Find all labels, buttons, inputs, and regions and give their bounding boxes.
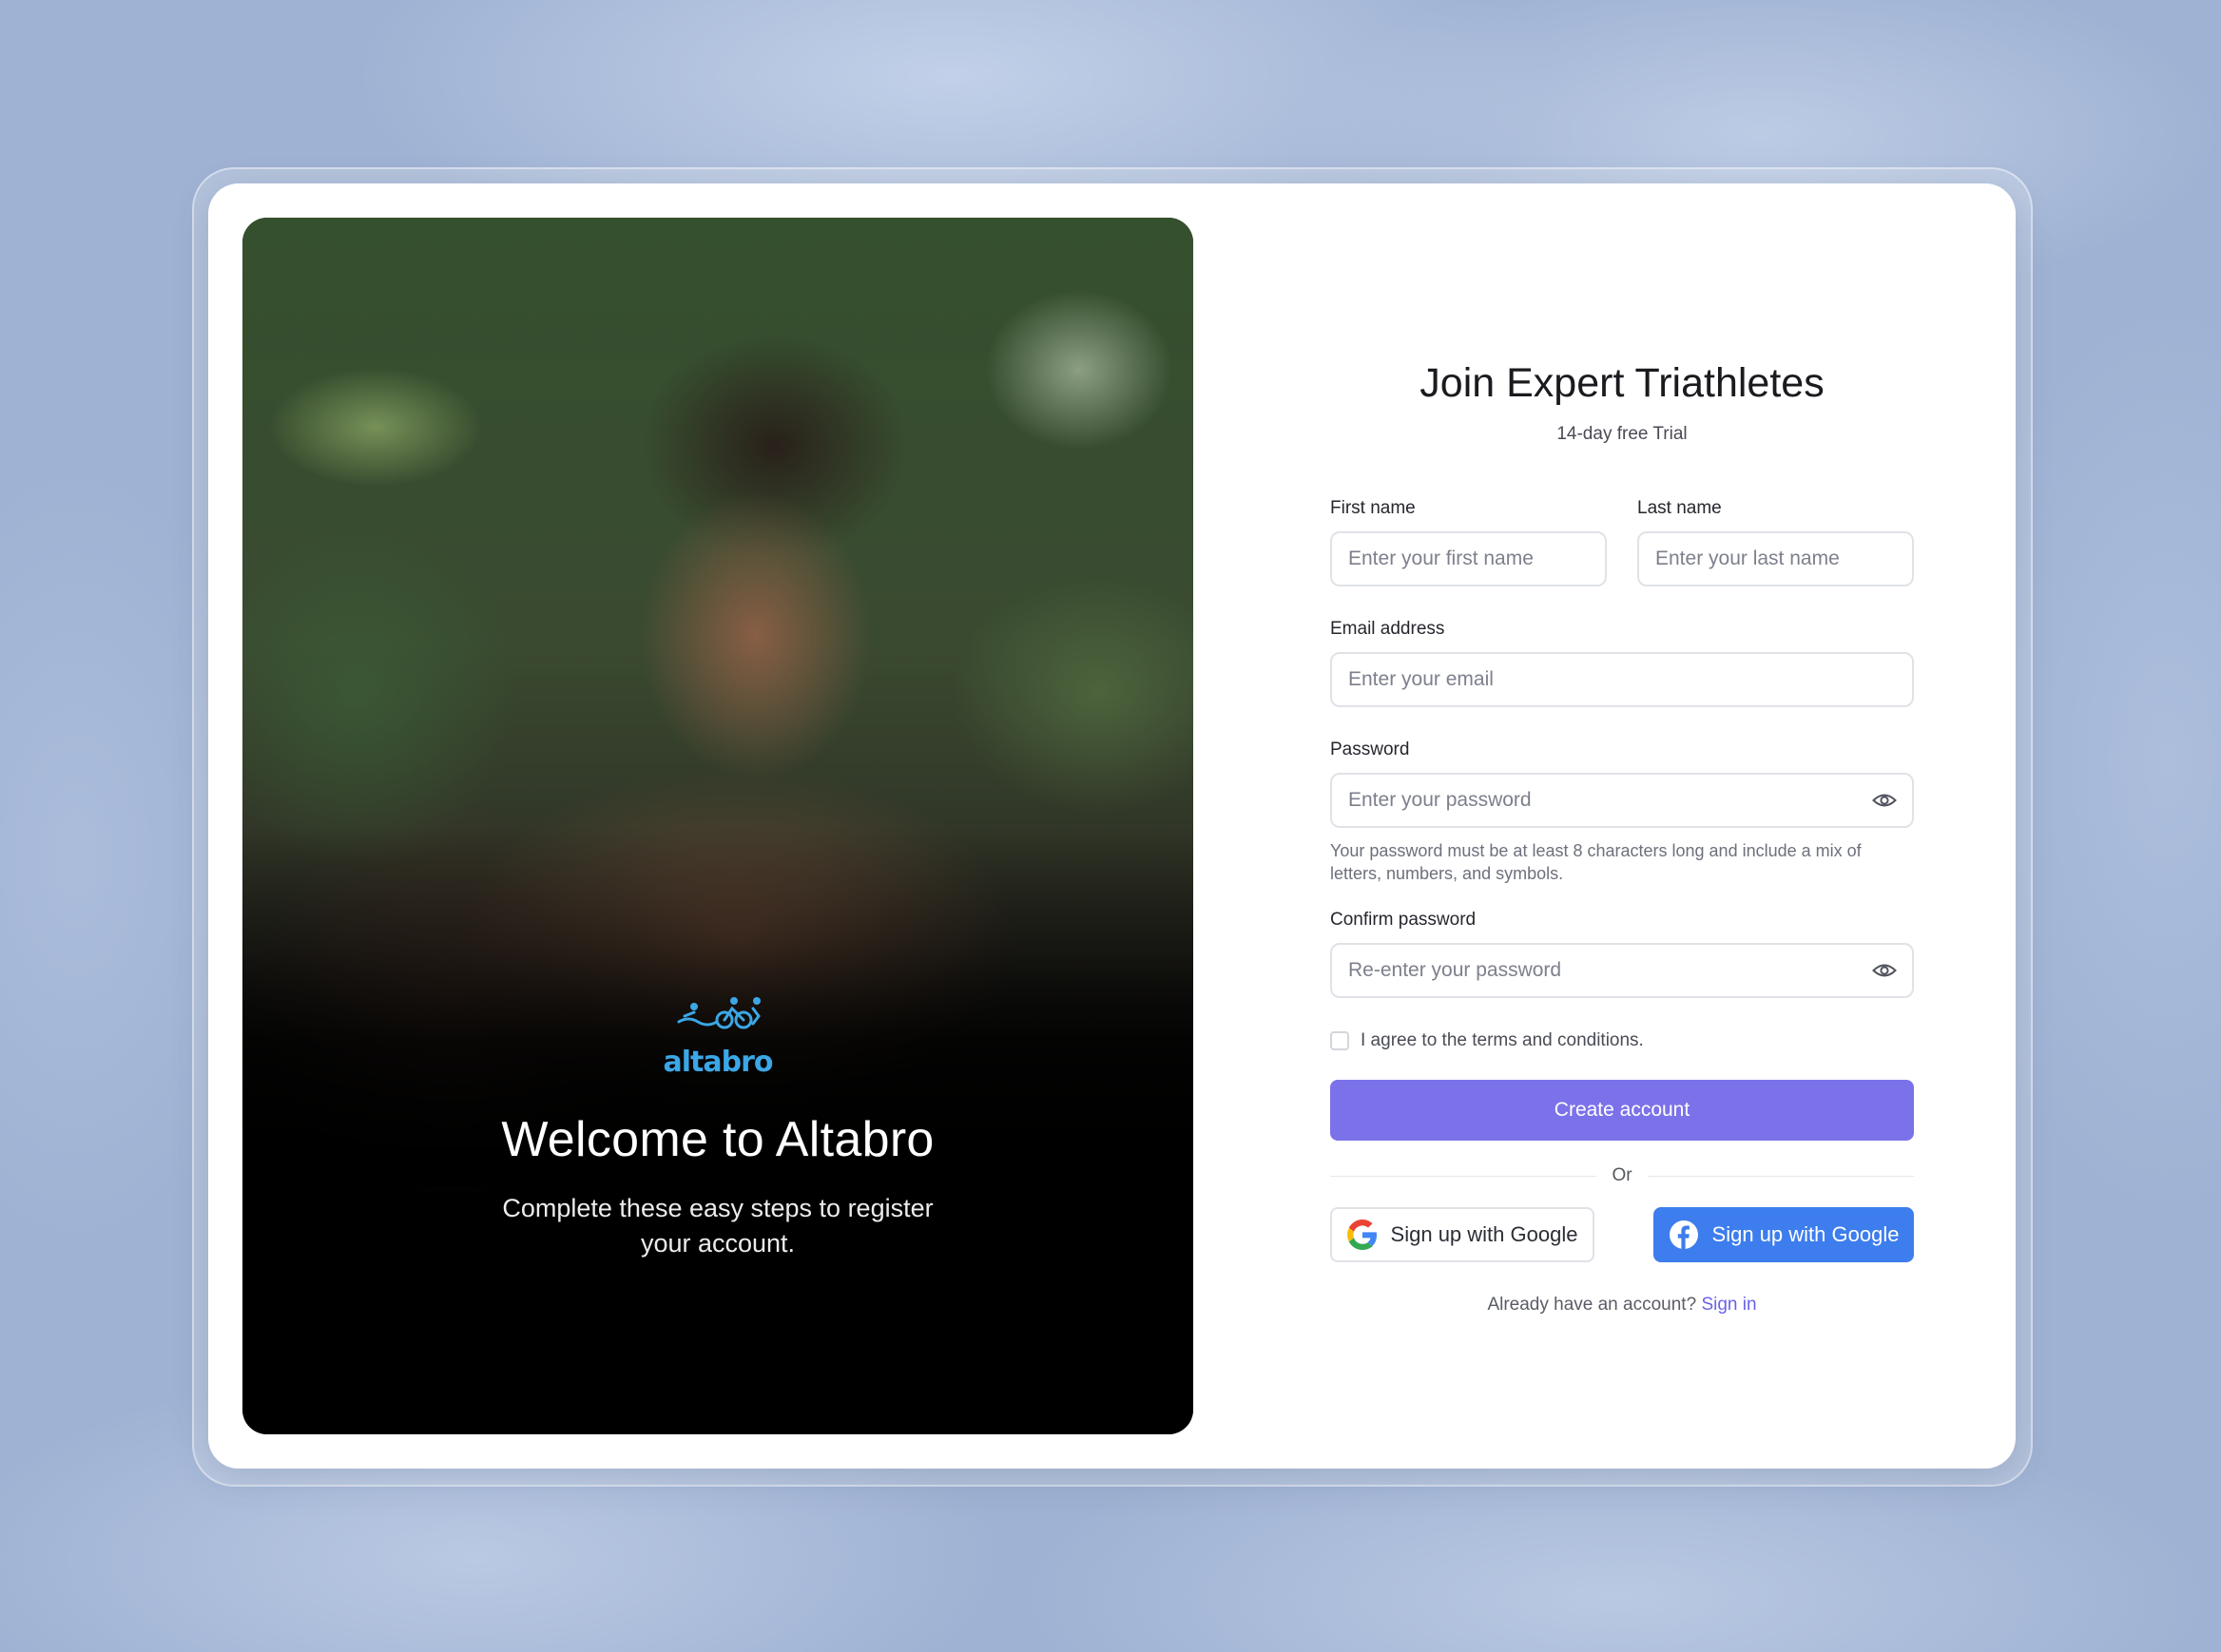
facebook-icon bbox=[1669, 1220, 1698, 1249]
terms-row: I agree to the terms and conditions. bbox=[1330, 1030, 1914, 1051]
name-row: First name Last name bbox=[1330, 498, 1914, 586]
password-label: Password bbox=[1330, 740, 1410, 759]
last-name-input-wrap bbox=[1637, 531, 1914, 586]
last-name-field: Last name bbox=[1637, 498, 1914, 586]
password-input-wrap bbox=[1330, 773, 1914, 828]
first-name-input[interactable] bbox=[1348, 547, 1589, 570]
create-account-button[interactable]: Create account bbox=[1330, 1080, 1914, 1141]
google-signup-button[interactable]: Sign up with Google bbox=[1330, 1207, 1594, 1262]
altabro-logo-icon bbox=[677, 997, 761, 1029]
signin-row: Already have an account? Sign in bbox=[1330, 1295, 1914, 1316]
google-icon bbox=[1346, 1220, 1377, 1250]
eye-icon[interactable] bbox=[1872, 791, 1897, 810]
divider-line bbox=[1330, 1175, 1597, 1177]
logo-wordmark: altabro bbox=[663, 1046, 774, 1079]
signup-card: altabro Welcome to Altabro Complete thes… bbox=[208, 183, 2016, 1469]
facebook-signup-button[interactable]: Sign up with Google bbox=[1653, 1207, 1914, 1262]
last-name-input[interactable] bbox=[1655, 547, 1896, 570]
email-label: Email address bbox=[1330, 619, 1445, 639]
signin-link[interactable]: Sign in bbox=[1701, 1295, 1756, 1315]
terms-label[interactable]: I agree to the terms and conditions. bbox=[1361, 1030, 1644, 1051]
google-button-label: Sign up with Google bbox=[1390, 1222, 1578, 1246]
password-input[interactable] bbox=[1348, 789, 1896, 812]
confirm-password-field: Confirm password bbox=[1330, 910, 1914, 998]
hero-content: altabro Welcome to Altabro Complete thes… bbox=[242, 988, 1193, 1261]
last-name-label: Last name bbox=[1637, 498, 1722, 518]
email-input-wrap bbox=[1330, 652, 1914, 707]
password-field: Password Your password must be at least … bbox=[1330, 740, 1914, 885]
signup-form: Join Expert Triathletes 14-day free Tria… bbox=[1330, 360, 1915, 1316]
form-subtitle: 14-day free Trial bbox=[1556, 424, 1688, 444]
email-input[interactable] bbox=[1348, 668, 1896, 691]
confirm-password-input[interactable] bbox=[1348, 959, 1896, 982]
form-title: Join Expert Triathletes bbox=[1420, 360, 1825, 406]
first-name-field: First name bbox=[1330, 498, 1607, 586]
password-hint: Your password must be at least 8 charact… bbox=[1330, 841, 1862, 883]
facebook-button-label: Sign up with Google bbox=[1711, 1222, 1900, 1246]
divider-line bbox=[1647, 1175, 1915, 1177]
email-field: Email address bbox=[1330, 619, 1914, 707]
hero-panel: altabro Welcome to Altabro Complete thes… bbox=[242, 218, 1193, 1434]
first-name-input-wrap bbox=[1330, 531, 1607, 586]
eye-icon[interactable] bbox=[1872, 961, 1897, 980]
confirm-password-label: Confirm password bbox=[1330, 910, 1477, 930]
first-name-label: First name bbox=[1330, 498, 1416, 518]
hero-subtitle: Complete these easy steps to register yo… bbox=[502, 1194, 934, 1258]
signin-prompt: Already have an account? bbox=[1487, 1295, 1697, 1315]
divider-text: Or bbox=[1612, 1165, 1632, 1185]
terms-checkbox[interactable] bbox=[1330, 1031, 1349, 1050]
hero-title: Welcome to Altabro bbox=[501, 1112, 935, 1167]
social-buttons: Sign up with Google Sign up with Google bbox=[1330, 1207, 1914, 1262]
confirm-password-input-wrap bbox=[1330, 943, 1914, 998]
or-divider: Or bbox=[1330, 1165, 1915, 1186]
